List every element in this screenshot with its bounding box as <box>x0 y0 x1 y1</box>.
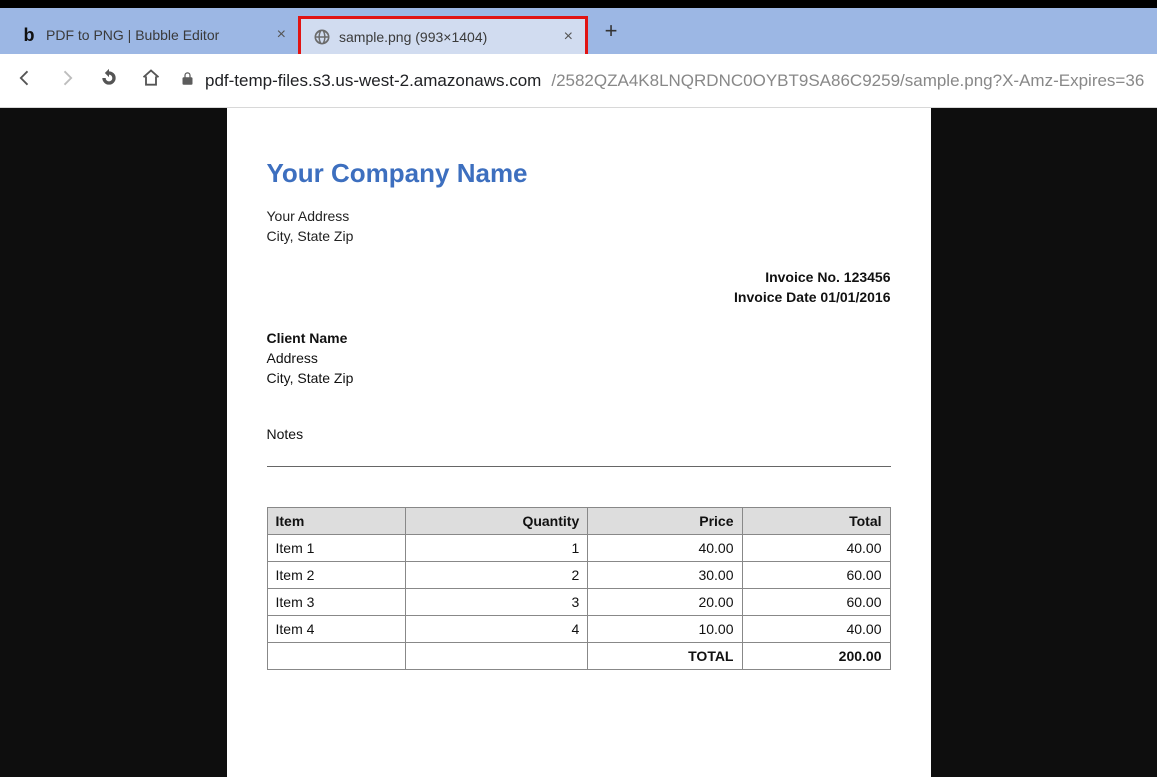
cell-item: Item 3 <box>267 589 405 616</box>
globe-favicon <box>313 28 331 46</box>
divider <box>267 466 891 467</box>
company-address-line1: Your Address <box>267 207 891 227</box>
forward-button <box>54 68 80 93</box>
client-address-line2: City, State Zip <box>267 369 891 389</box>
table-row: Item 3320.0060.00 <box>267 589 890 616</box>
cell-empty <box>267 643 405 670</box>
client-block: Client Name Address City, State Zip <box>267 329 891 388</box>
col-qty: Quantity <box>405 508 587 535</box>
invoice-no: 123456 <box>844 269 891 285</box>
cell-item: Item 1 <box>267 535 405 562</box>
cell-price: 10.00 <box>588 616 742 643</box>
cell-total: 40.00 <box>742 535 890 562</box>
notes-label: Notes <box>267 426 891 442</box>
url-host: pdf-temp-files.s3.us-west-2.amazonaws.co… <box>205 71 541 91</box>
close-icon[interactable]: × <box>564 28 573 46</box>
invoice-no-label: Invoice No. <box>765 269 844 285</box>
tab-sample-png[interactable]: sample.png (993×1404) × <box>298 16 588 54</box>
lock-icon <box>180 71 195 90</box>
reload-button[interactable] <box>96 68 122 93</box>
page-viewport[interactable]: Your Company Name Your Address City, Sta… <box>0 108 1157 777</box>
cell-qty: 1 <box>405 535 587 562</box>
col-total: Total <box>742 508 890 535</box>
company-address-line2: City, State Zip <box>267 227 891 247</box>
tab-strip: b PDF to PNG | Bubble Editor × sample.pn… <box>0 0 1157 54</box>
tab-bubble-editor[interactable]: b PDF to PNG | Bubble Editor × <box>8 16 298 54</box>
invoice-table: Item Quantity Price Total Item 1140.0040… <box>267 507 891 670</box>
col-item: Item <box>267 508 405 535</box>
url-path: /2582QZA4K8LNQRDNC0OYBT9SA86C9259/sample… <box>551 71 1145 91</box>
table-row: Item 1140.0040.00 <box>267 535 890 562</box>
tab-title: sample.png (993×1404) <box>339 29 556 45</box>
bubble-favicon: b <box>20 26 38 44</box>
table-header-row: Item Quantity Price Total <box>267 508 890 535</box>
cell-total: 60.00 <box>742 589 890 616</box>
table-row: Item 2230.0060.00 <box>267 562 890 589</box>
client-address-line1: Address <box>267 349 891 369</box>
table-row: Item 4410.0040.00 <box>267 616 890 643</box>
cell-item: Item 4 <box>267 616 405 643</box>
cell-price: 30.00 <box>588 562 742 589</box>
company-name: Your Company Name <box>267 158 891 189</box>
cell-item: Item 2 <box>267 562 405 589</box>
back-button[interactable] <box>12 68 38 93</box>
invoice-date: 01/01/2016 <box>820 289 890 305</box>
cell-total: 60.00 <box>742 562 890 589</box>
cell-qty: 3 <box>405 589 587 616</box>
table-total-row: TOTAL200.00 <box>267 643 890 670</box>
address-bar[interactable]: pdf-temp-files.s3.us-west-2.amazonaws.co… <box>180 71 1145 91</box>
company-address: Your Address City, State Zip <box>267 207 891 246</box>
browser-toolbar: pdf-temp-files.s3.us-west-2.amazonaws.co… <box>0 54 1157 108</box>
total-value: 200.00 <box>742 643 890 670</box>
new-tab-button[interactable]: + <box>596 16 626 46</box>
client-name: Client Name <box>267 329 891 349</box>
col-price: Price <box>588 508 742 535</box>
total-label: TOTAL <box>588 643 742 670</box>
cell-price: 20.00 <box>588 589 742 616</box>
close-icon[interactable]: × <box>277 26 286 44</box>
tab-title: PDF to PNG | Bubble Editor <box>46 27 269 43</box>
home-button[interactable] <box>138 68 164 93</box>
invoice-meta: Invoice No. 123456 Invoice Date 01/01/20… <box>267 268 891 307</box>
cell-qty: 2 <box>405 562 587 589</box>
cell-empty <box>405 643 587 670</box>
invoice-document: Your Company Name Your Address City, Sta… <box>227 108 931 777</box>
cell-price: 40.00 <box>588 535 742 562</box>
invoice-date-label: Invoice Date <box>734 289 820 305</box>
cell-total: 40.00 <box>742 616 890 643</box>
browser-chrome: b PDF to PNG | Bubble Editor × sample.pn… <box>0 0 1157 108</box>
cell-qty: 4 <box>405 616 587 643</box>
